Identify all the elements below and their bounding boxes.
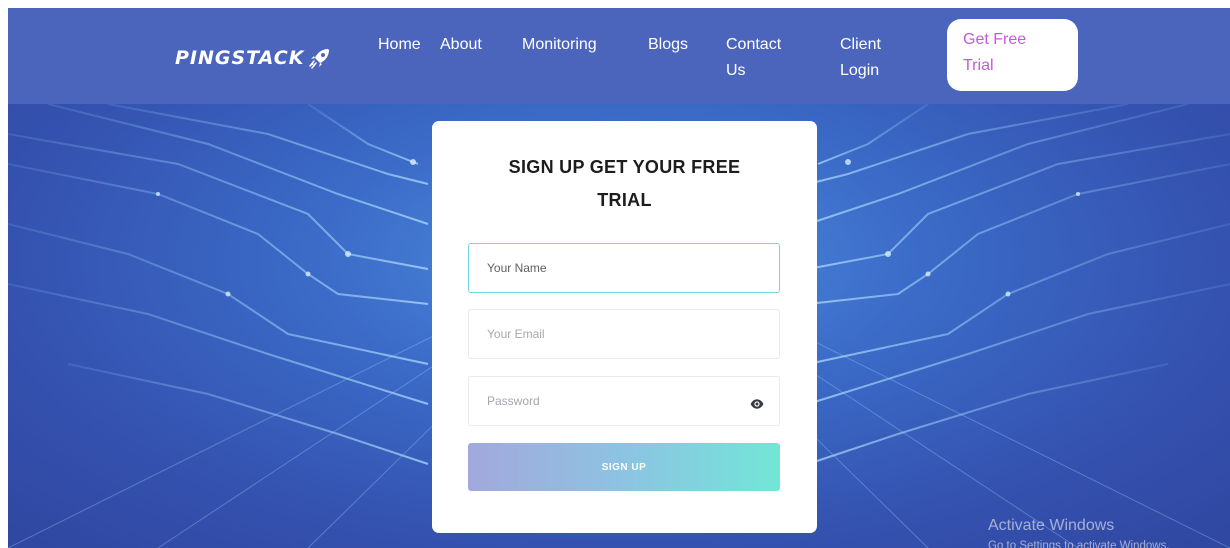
nav-monitoring[interactable]: Monitoring (522, 32, 597, 58)
signup-title-line2: TRIAL (597, 190, 652, 210)
signup-card: SIGN UP GET YOUR FREE TRIAL SIGN UP (432, 121, 817, 533)
signup-title: SIGN UP GET YOUR FREE TRIAL (472, 151, 777, 217)
nav-client-login-line2: Login (840, 62, 880, 79)
password-input[interactable] (468, 376, 780, 426)
nav-contact-us-line1: Contact (726, 36, 782, 53)
rocket-icon (309, 49, 330, 69)
activation-watermark: Activate Windows Go to Settings to activ… (988, 516, 1170, 548)
signup-title-line1: SIGN UP GET YOUR FREE (508, 157, 741, 177)
nav-client-login-line1: Client (840, 36, 881, 53)
browser-viewport: PINGSTACK Home About Monitoring Blogs Co… (8, 8, 1230, 548)
nav-client-login[interactable]: Client Login (840, 32, 881, 84)
page: PINGSTACK Home About Monitoring Blogs Co… (0, 0, 1230, 548)
nav-about[interactable]: About (440, 32, 482, 58)
nav-contact-us[interactable]: Contact Us (726, 32, 781, 84)
nav-home[interactable]: Home (378, 32, 421, 58)
circuit-lines-left (8, 104, 429, 465)
cta-line1: Get Free (963, 31, 1027, 48)
eye-icon[interactable] (750, 397, 764, 411)
watermark-title: Activate Windows (988, 517, 1115, 534)
signup-submit-button[interactable]: SIGN UP (468, 443, 780, 491)
name-input[interactable] (468, 243, 780, 293)
nav-contact-us-line2: Us (726, 62, 746, 79)
email-input[interactable] (468, 309, 780, 359)
brand-logo[interactable]: PINGSTACK (175, 46, 332, 70)
watermark-subtitle: Go to Settings to activate Windows. (988, 540, 1170, 548)
circuit-lines-right (807, 104, 1230, 465)
cta-line2: Trial (963, 57, 994, 74)
top-navbar: PINGSTACK Home About Monitoring Blogs Co… (8, 8, 1230, 104)
brand-name: PINGSTACK (175, 47, 305, 69)
get-free-trial-button[interactable]: Get Free Trial (947, 19, 1078, 91)
nav-blogs[interactable]: Blogs (648, 32, 688, 58)
